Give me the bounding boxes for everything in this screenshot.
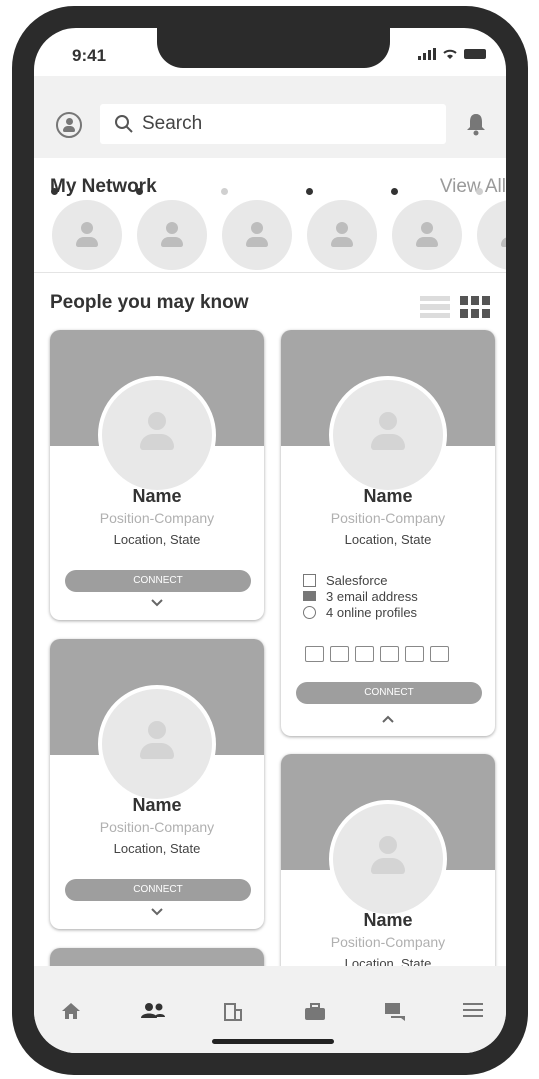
email-row: 3 email address [303, 588, 418, 604]
folder-icon[interactable] [305, 646, 324, 662]
person-location: Location, State [113, 532, 201, 547]
note-icon[interactable] [355, 646, 374, 662]
download-icon[interactable] [380, 646, 399, 662]
messages-icon[interactable] [384, 1002, 406, 1022]
connect-button[interactable]: CONNECT [65, 879, 251, 901]
notification-bell-icon[interactable] [466, 112, 486, 136]
company-name: Salesforce [326, 572, 388, 588]
profiles-row: 4 online profiles [303, 604, 418, 620]
battery-icon [464, 49, 486, 59]
connect-button[interactable]: CONNECT [65, 570, 251, 592]
person-name: Name [363, 910, 413, 930]
avatar [392, 200, 462, 270]
company-icon[interactable] [223, 1002, 243, 1022]
avatar [52, 200, 122, 270]
person-position: Position-Company [330, 934, 446, 950]
home-indicator [212, 1039, 334, 1044]
offline-indicator [476, 188, 483, 195]
profile-icon[interactable] [56, 112, 82, 138]
person-card[interactable]: Name Position-Company Location, State CO… [50, 639, 264, 929]
mail-icon [303, 591, 316, 601]
chevron-down-icon[interactable] [150, 598, 164, 608]
contact-card-icon[interactable] [430, 646, 449, 662]
building-icon [303, 573, 316, 587]
company-row: Salesforce [303, 572, 418, 588]
network-contact[interactable] [303, 188, 379, 270]
online-indicator [306, 188, 313, 195]
avatar [477, 200, 506, 270]
network-contact[interactable] [218, 188, 294, 270]
person-position: Position-Company [99, 819, 215, 835]
connect-button[interactable]: CONNECT [296, 682, 482, 704]
clock-icon [303, 605, 316, 619]
network-contact[interactable] [48, 188, 124, 270]
person-card-expanded[interactable]: Name Position-Company Location, State Sa… [281, 330, 495, 736]
person-position: Position-Company [330, 510, 446, 526]
avatar [98, 685, 216, 803]
email-icon[interactable] [330, 646, 349, 662]
home-icon[interactable] [61, 1002, 81, 1020]
avatar [329, 376, 447, 494]
avatar [307, 200, 377, 270]
status-icons [418, 48, 486, 60]
avatar [329, 800, 447, 918]
layout-toggle [420, 296, 490, 318]
avatar [98, 376, 216, 494]
menu-icon[interactable] [463, 1002, 483, 1018]
person-card[interactable]: Name Position-Company Location, State CO… [50, 330, 264, 620]
chevron-up-icon[interactable] [381, 714, 395, 724]
network-avatars [34, 188, 506, 270]
section-divider [34, 272, 506, 273]
person-location: Location, State [344, 532, 432, 547]
phone-frame: 9:41 My Ne [12, 6, 528, 1075]
avatar [137, 200, 207, 270]
network-contact[interactable] [388, 188, 464, 270]
chevron-down-icon[interactable] [150, 907, 164, 917]
search-input[interactable] [142, 113, 422, 135]
person-name: Name [132, 795, 182, 815]
profiles-count: 4 online profiles [326, 604, 418, 620]
person-name: Name [363, 486, 413, 506]
offline-indicator [221, 188, 228, 195]
network-contact[interactable] [473, 188, 506, 270]
network-contact[interactable] [133, 188, 209, 270]
grid-view-icon[interactable] [460, 296, 490, 318]
person-name: Name [132, 486, 182, 506]
jobs-icon[interactable] [304, 1002, 326, 1022]
person-location: Location, State [113, 841, 201, 856]
signal-icon [418, 48, 436, 60]
action-icons [305, 646, 449, 662]
online-indicator [51, 188, 58, 195]
person-position: Position-Company [99, 510, 215, 526]
people-icon[interactable] [140, 1002, 166, 1020]
wifi-icon [443, 49, 457, 59]
email-count: 3 email address [326, 588, 418, 604]
online-indicator [391, 188, 398, 195]
top-bar [34, 76, 506, 158]
status-time: 9:41 [72, 46, 107, 65]
app-screen: 9:41 My Ne [34, 28, 506, 1053]
search-icon [115, 115, 133, 133]
avatar [222, 200, 292, 270]
people-you-may-know-title: People you may know [50, 292, 249, 313]
search-bar[interactable] [100, 104, 446, 144]
online-indicator [136, 188, 143, 195]
share-icon[interactable] [405, 646, 424, 662]
list-view-icon[interactable] [420, 296, 450, 318]
notch [157, 28, 390, 68]
bottom-nav [34, 966, 506, 1053]
person-details: Salesforce 3 email address 4 online prof… [303, 572, 418, 620]
